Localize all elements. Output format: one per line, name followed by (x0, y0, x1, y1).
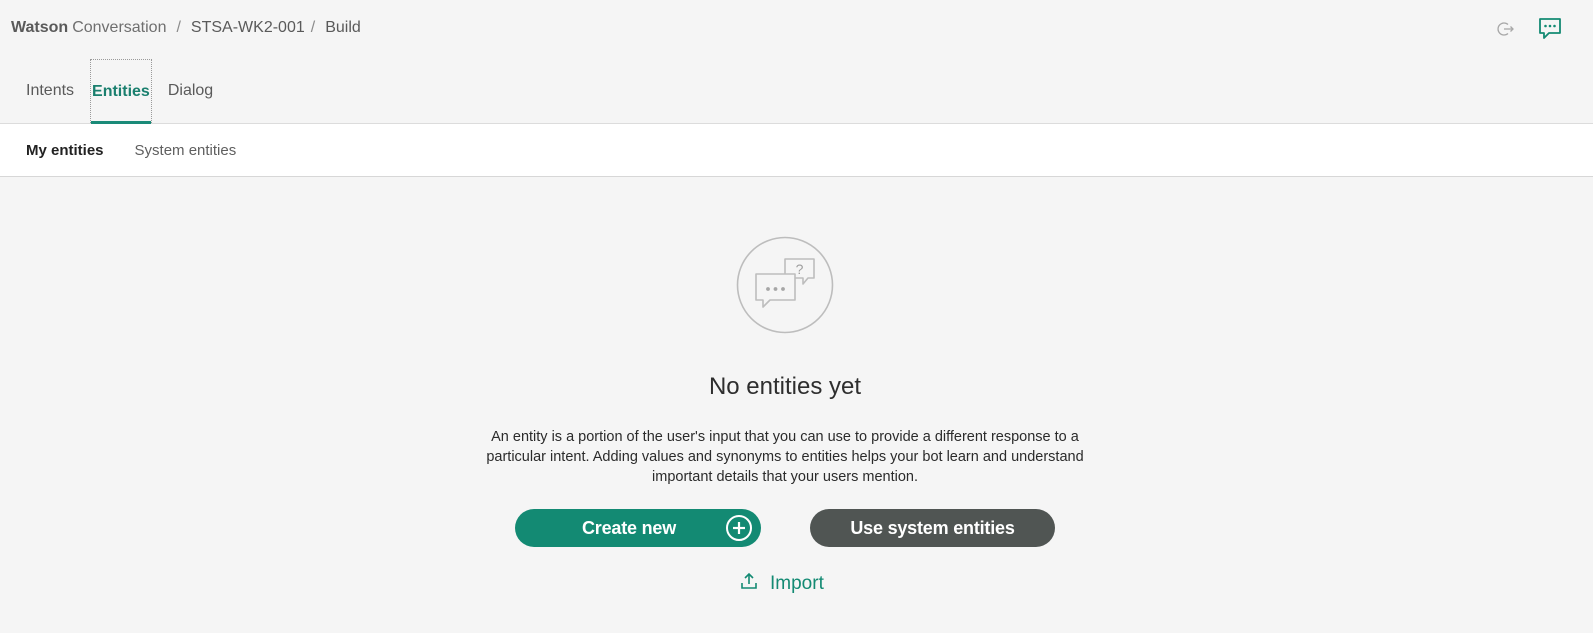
chat-icon[interactable] (1537, 16, 1563, 42)
brand-product[interactable]: Conversation (72, 19, 166, 37)
main-tabs: Intents Entities Dialog (0, 58, 1593, 124)
tab-intents[interactable]: Intents (10, 59, 90, 123)
empty-state: ? No entities yet An entity is a portion… (0, 177, 1593, 633)
brand-name[interactable]: Watson (11, 19, 68, 37)
tab-entities[interactable]: Entities (90, 59, 152, 124)
tab-label: Dialog (167, 82, 214, 99)
create-new-label: Create new (581, 517, 677, 538)
import-link[interactable]: Import (740, 572, 824, 596)
import-label: Import (770, 573, 824, 594)
tab-dialog[interactable]: Dialog (152, 59, 229, 123)
empty-state-title: No entities yet (708, 373, 862, 400)
subtab-my-entities[interactable]: My entities (26, 142, 104, 159)
chat-bubbles-question-icon: ? (736, 236, 834, 334)
sub-tabs: My entities System entities (0, 124, 1593, 177)
breadcrumb-separator: / (310, 19, 316, 36)
logout-icon[interactable] (1497, 20, 1515, 38)
subtab-system-entities[interactable]: System entities (135, 142, 237, 159)
use-system-entities-button[interactable]: Use system entities (810, 509, 1055, 547)
top-bar: Watson Conversation / STSA-WK2-001 / Bui… (0, 0, 1593, 58)
breadcrumb-page: Build (325, 19, 361, 36)
breadcrumb-separator: / (176, 19, 181, 36)
upload-icon (740, 572, 758, 596)
plus-circle-icon (725, 514, 753, 547)
svg-text:?: ? (796, 261, 804, 277)
tab-label: Intents (26, 82, 75, 99)
breadcrumb: Watson Conversation / STSA-WK2-001 / Bui… (11, 19, 361, 37)
tab-label: Entities (92, 82, 150, 100)
empty-state-description: An entity is a portion of the user's inp… (486, 429, 1084, 485)
create-new-button[interactable]: Create new (515, 509, 761, 547)
breadcrumb-workspace[interactable]: STSA-WK2-001 (191, 19, 305, 37)
